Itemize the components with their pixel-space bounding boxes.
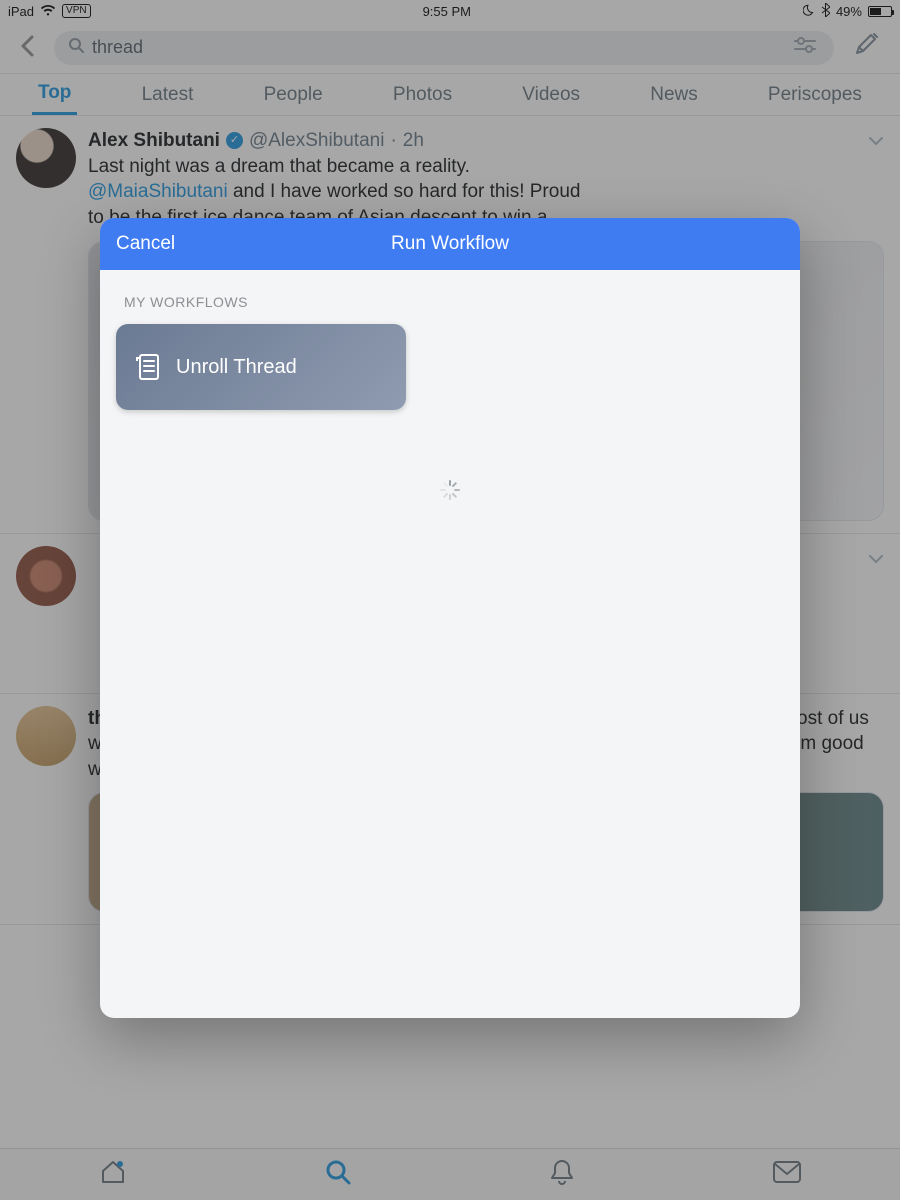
modal-header: Cancel Run Workflow xyxy=(100,218,800,270)
workflow-label: Unroll Thread xyxy=(176,356,297,379)
loading-spinner-icon xyxy=(440,480,460,500)
workflow-card-unroll-thread[interactable]: Unroll Thread xyxy=(116,324,406,410)
cancel-button[interactable]: Cancel xyxy=(116,233,175,255)
document-icon xyxy=(134,352,162,382)
workflow-modal: Cancel Run Workflow MY WORKFLOWS Unroll … xyxy=(100,218,800,1018)
modal-title: Run Workflow xyxy=(391,233,509,255)
section-header: MY WORKFLOWS xyxy=(124,294,784,310)
